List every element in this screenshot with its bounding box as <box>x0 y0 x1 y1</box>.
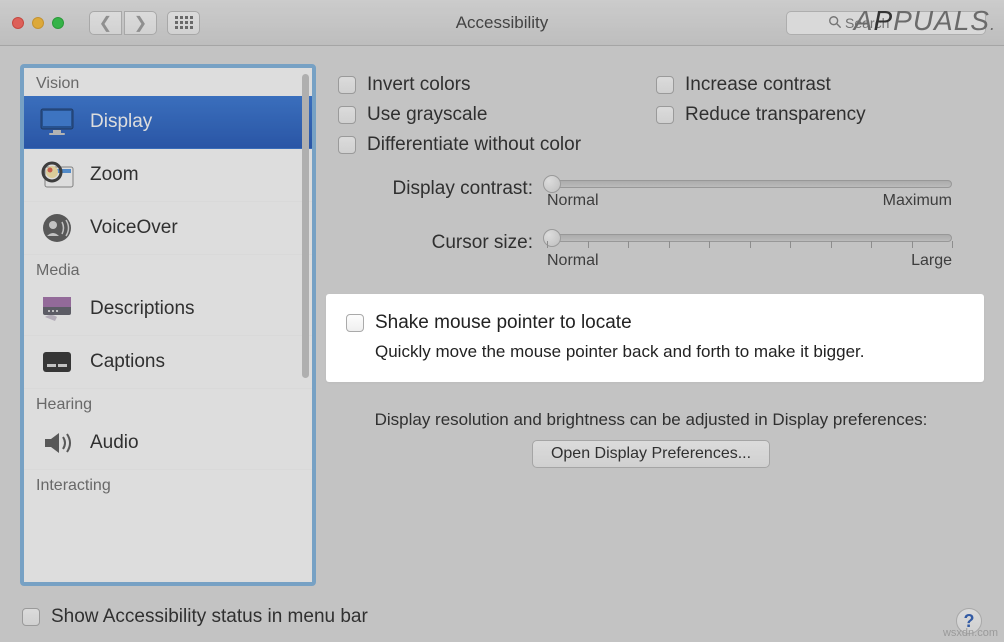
sidebar-item-label: Zoom <box>90 164 139 186</box>
slider-min-label: Normal <box>547 192 599 210</box>
audio-icon <box>38 426 76 460</box>
window-titlebar: ❮ ❯ Accessibility <box>0 0 1004 46</box>
minimize-window-button[interactable] <box>32 17 44 29</box>
checkbox-icon <box>338 106 356 124</box>
sidebar-item-label: Audio <box>90 432 139 454</box>
sidebar-item-audio[interactable]: Audio <box>24 417 312 470</box>
checkbox-label: Show Accessibility status in menu bar <box>51 606 368 628</box>
sidebar-section-interacting: Interacting <box>24 470 312 498</box>
descriptions-icon <box>38 292 76 326</box>
checkbox-icon <box>656 76 674 94</box>
back-button[interactable]: ❮ <box>89 11 122 35</box>
slider-max-label: Large <box>911 252 952 270</box>
content-area: Vision Display Zoom VoiceOver Media <box>0 46 1004 600</box>
open-display-preferences-button[interactable]: Open Display Preferences... <box>532 440 770 468</box>
checkbox-icon <box>338 136 356 154</box>
checkbox-label: Differentiate without color <box>367 134 581 156</box>
checkbox-icon <box>346 314 364 332</box>
sidebar-item-label: Captions <box>90 351 165 373</box>
increase-contrast-checkbox[interactable]: Increase contrast <box>656 74 964 96</box>
sidebar-item-display[interactable]: Display <box>24 96 312 149</box>
search-input[interactable] <box>786 11 986 35</box>
checkbox-label: Use grayscale <box>367 104 487 126</box>
checkbox-label: Invert colors <box>367 74 470 96</box>
sidebar-item-zoom[interactable]: Zoom <box>24 149 312 202</box>
checkbox-icon <box>22 608 40 626</box>
close-window-button[interactable] <box>12 17 24 29</box>
sidebar-section-hearing: Hearing <box>24 389 312 417</box>
sidebar-scrollbar[interactable] <box>302 72 310 578</box>
checkbox-label: Reduce transparency <box>685 104 866 126</box>
display-contrast-label: Display contrast: <box>338 176 533 200</box>
sidebar: Vision Display Zoom VoiceOver Media <box>20 64 316 586</box>
voiceover-icon <box>38 211 76 245</box>
chevron-right-icon: ❯ <box>134 13 147 33</box>
checkbox-label: Increase contrast <box>685 74 831 96</box>
search-field-wrap <box>786 11 986 35</box>
sidebar-item-voiceover[interactable]: VoiceOver <box>24 202 312 255</box>
differentiate-color-checkbox[interactable]: Differentiate without color <box>338 134 964 156</box>
sidebar-item-label: VoiceOver <box>90 217 178 239</box>
traffic-lights <box>12 17 64 29</box>
forward-button[interactable]: ❯ <box>124 11 157 35</box>
reduce-transparency-checkbox[interactable]: Reduce transparency <box>656 104 964 126</box>
slider-min-label: Normal <box>547 252 599 270</box>
sidebar-section-vision: Vision <box>24 68 312 96</box>
settings-panel: Invert colors Increase contrast Use gray… <box>338 64 984 586</box>
window-footer: Show Accessibility status in menu bar ? <box>0 600 1004 642</box>
nav-buttons: ❮ ❯ <box>89 11 157 35</box>
display-icon <box>38 105 76 139</box>
shake-mouse-description: Quickly move the mouse pointer back and … <box>375 342 964 362</box>
sidebar-section-media: Media <box>24 255 312 283</box>
zoom-icon <box>38 158 76 192</box>
sidebar-item-captions[interactable]: Captions <box>24 336 312 389</box>
show-status-menubar-checkbox[interactable]: Show Accessibility status in menu bar <box>22 606 368 628</box>
chevron-left-icon: ❮ <box>99 13 112 33</box>
shake-mouse-checkbox[interactable]: Shake mouse pointer to locate <box>346 312 964 334</box>
display-contrast-slider[interactable] <box>547 180 952 188</box>
zoom-window-button[interactable] <box>52 17 64 29</box>
cursor-size-label: Cursor size: <box>338 230 533 254</box>
resolution-note: Display resolution and brightness can be… <box>338 410 964 430</box>
sidebar-item-descriptions[interactable]: Descriptions <box>24 283 312 336</box>
source-watermark: wsxdn.com <box>943 627 998 639</box>
checkbox-label: Shake mouse pointer to locate <box>375 312 632 334</box>
grid-icon <box>175 16 193 29</box>
slider-max-label: Maximum <box>883 192 952 210</box>
sidebar-item-label: Display <box>90 111 152 133</box>
sidebar-item-label: Descriptions <box>90 298 195 320</box>
checkbox-icon <box>656 106 674 124</box>
invert-colors-checkbox[interactable]: Invert colors <box>338 74 646 96</box>
captions-icon <box>38 345 76 379</box>
checkbox-icon <box>338 76 356 94</box>
shake-mouse-highlight: Shake mouse pointer to locate Quickly mo… <box>326 294 984 382</box>
use-grayscale-checkbox[interactable]: Use grayscale <box>338 104 646 126</box>
show-all-button[interactable] <box>167 11 200 35</box>
